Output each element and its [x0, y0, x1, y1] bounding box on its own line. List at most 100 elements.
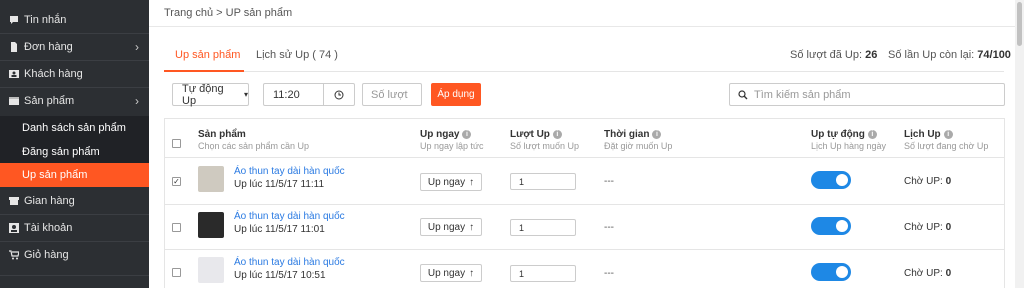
column-header: Lịch Up i	[904, 129, 953, 140]
chevron-right-icon: ›	[135, 94, 139, 108]
divider	[165, 204, 1004, 205]
sidebar-item-products[interactable]: Sản phẩm ›	[0, 88, 149, 114]
select-all-checkbox[interactable]	[172, 139, 181, 148]
product-thumbnail[interactable]	[198, 212, 224, 238]
divider	[165, 157, 1004, 158]
sidebar-item-label: Giỏ hàng	[24, 249, 69, 261]
row-checkbox[interactable]: ✓	[172, 177, 181, 186]
up-now-button[interactable]: Up ngay ↑	[420, 264, 482, 282]
sidebar-item-account[interactable]: Tài khoản	[0, 215, 149, 241]
column-header: Sản phẩm	[198, 129, 246, 140]
toggle-knob	[836, 174, 848, 186]
product-thumbnail[interactable]	[198, 257, 224, 283]
tab-up-history[interactable]: Lịch sử Up ( 74 )	[256, 49, 338, 61]
cart-icon	[9, 250, 19, 260]
info-icon[interactable]: i	[652, 129, 662, 139]
scheduled-time: ---	[604, 176, 614, 187]
active-tab-indicator	[164, 70, 244, 72]
column-header: Lượt Up i	[510, 129, 562, 140]
product-table: Sản phẩm Chọn các sản phẩm cần Up Up nga…	[164, 118, 1005, 288]
scheduled-time: ---	[604, 222, 614, 233]
sidebar-item-label: Tài khoản	[24, 222, 73, 234]
waiting-count: Chờ UP: 0	[904, 222, 952, 233]
box-icon	[9, 96, 19, 106]
contact-card-icon	[9, 69, 19, 79]
apply-button[interactable]: Áp dụng	[431, 83, 481, 106]
caret-down-icon: ▾	[243, 90, 248, 99]
toggle-knob	[836, 266, 848, 278]
last-up-time: Up lúc 11/5/17 10:51	[234, 270, 326, 281]
sidebar-subitem-up-product[interactable]: Up sản phẩm	[0, 163, 149, 187]
row-checkbox[interactable]	[172, 268, 181, 277]
column-header: Thời gian i	[604, 129, 662, 140]
divider	[149, 26, 1015, 27]
quantity-input[interactable]: 1	[510, 219, 576, 236]
product-name-link[interactable]: Áo thun tay dài hàn quốc	[234, 211, 345, 222]
document-icon	[9, 42, 19, 52]
waiting-count: Chờ UP: 0	[904, 268, 952, 279]
store-icon	[9, 196, 19, 206]
column-subheader: Số lượt muốn Up	[510, 141, 579, 151]
sidebar-item-customers[interactable]: Khách hàng	[0, 61, 149, 87]
stat-used: Số lượt đã Up: 26	[790, 49, 878, 61]
arrow-up-icon: ↑	[469, 221, 475, 233]
sidebar-subitem-post-product[interactable]: Đăng sản phẩm	[0, 140, 149, 164]
scrollbar-thumb[interactable]	[1017, 2, 1022, 46]
divider	[165, 249, 1004, 250]
count-input[interactable]: Số lượt	[362, 83, 422, 106]
breadcrumb: Trang chủ > UP sản phẩm	[164, 7, 293, 19]
info-icon[interactable]: i	[943, 129, 953, 139]
info-icon[interactable]: i	[867, 129, 877, 139]
info-icon[interactable]: i	[552, 129, 562, 139]
sidebar-item-label: Khách hàng	[24, 68, 83, 80]
last-up-time: Up lúc 11/5/17 11:01	[234, 224, 325, 235]
time-input[interactable]: 11:20	[263, 83, 355, 106]
sidebar-item-orders[interactable]: Đơn hàng ›	[0, 34, 149, 60]
main-content: Trang chủ > UP sản phẩm Up sản phẩm Lịch…	[149, 0, 1015, 288]
info-icon[interactable]: i	[462, 129, 472, 139]
sidebar-item-label: Đơn hàng	[24, 41, 73, 53]
last-up-time: Up lúc 11/5/17 11:11	[234, 179, 325, 190]
row-checkbox[interactable]	[172, 223, 181, 232]
chevron-right-icon: ›	[135, 40, 139, 54]
divider	[0, 275, 149, 276]
up-now-button[interactable]: Up ngay ↑	[420, 218, 482, 236]
sidebar-item-store[interactable]: Gian hàng	[0, 188, 149, 214]
tab-up-products[interactable]: Up sản phẩm	[175, 49, 240, 61]
scheduled-time: ---	[604, 268, 614, 279]
product-name-link[interactable]: Áo thun tay dài hàn quốc	[234, 257, 345, 268]
sidebar-item-messages[interactable]: Tin nhắn	[0, 7, 149, 33]
clock-icon[interactable]	[324, 90, 354, 100]
search-input[interactable]: Tìm kiếm sản phẩm	[729, 83, 1005, 106]
column-header: Up ngay i	[420, 129, 472, 140]
column-subheader: Số lượt đang chờ Up	[904, 141, 989, 151]
search-icon	[738, 89, 748, 100]
column-subheader: Up ngay lập tức	[420, 141, 484, 151]
column-subheader: Chọn các sản phẩm cần Up	[198, 141, 310, 151]
column-subheader: Lịch Up hàng ngày	[811, 141, 887, 151]
product-name-link[interactable]: Áo thun tay dài hàn quốc	[234, 166, 345, 177]
sidebar-subitem-product-list[interactable]: Danh sách sản phẩm	[0, 116, 149, 140]
sidebar-item-label: Gian hàng	[24, 195, 75, 207]
column-header: Up tự động i	[811, 129, 877, 140]
sidebar-item-label: Sản phẩm	[24, 95, 75, 107]
auto-up-toggle[interactable]	[811, 171, 851, 189]
stat-remaining: Số lần Up còn lại: 74/100	[888, 49, 1011, 61]
user-icon	[9, 223, 19, 233]
sidebar-item-cart[interactable]: Giỏ hàng	[0, 242, 149, 268]
toggle-knob	[836, 220, 848, 232]
arrow-up-icon: ↑	[469, 176, 475, 188]
mode-select[interactable]: Tự động Up ▾	[172, 83, 249, 107]
sidebar-item-label: Tin nhắn	[24, 14, 67, 26]
up-now-button[interactable]: Up ngay ↑	[420, 173, 482, 191]
quantity-input[interactable]: 1	[510, 173, 576, 190]
column-subheader: Đặt giờ muốn Up	[604, 141, 673, 151]
arrow-up-icon: ↑	[469, 267, 475, 279]
auto-up-toggle[interactable]	[811, 263, 851, 281]
sidebar: Tin nhắn Đơn hàng › Khách hàng Sản phẩm …	[0, 0, 149, 288]
quantity-input[interactable]: 1	[510, 265, 576, 282]
auto-up-toggle[interactable]	[811, 217, 851, 235]
scrollbar[interactable]	[1015, 0, 1024, 288]
product-thumbnail[interactable]	[198, 166, 224, 192]
chat-icon	[9, 15, 19, 25]
